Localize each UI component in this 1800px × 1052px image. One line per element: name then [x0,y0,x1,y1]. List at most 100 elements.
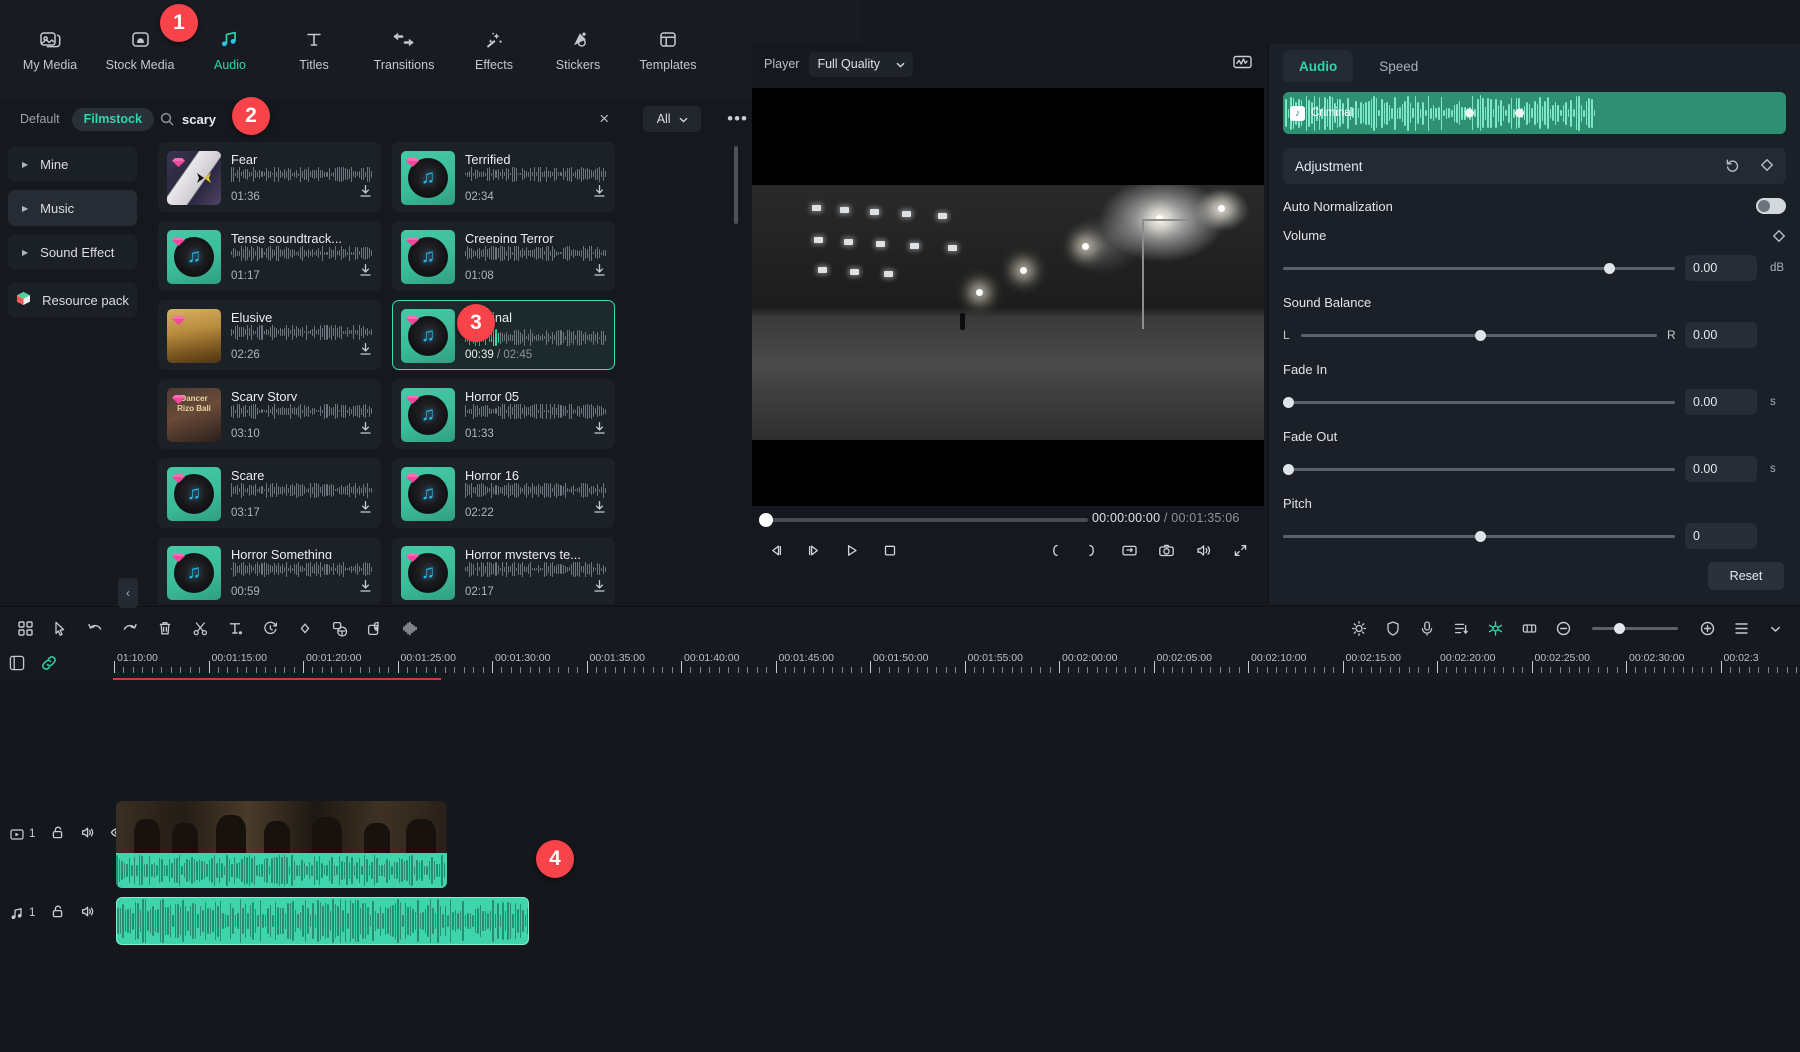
card-thumbnail[interactable]: ♫ [401,467,455,521]
mark-in-button[interactable] [1041,536,1069,564]
shield-icon[interactable] [1378,614,1408,644]
card-thumbnail[interactable]: ♫ [401,309,455,363]
sidebar-item-sound-effect[interactable]: ▶ Sound Effect [8,234,137,270]
toolbar-tab-audio[interactable]: Audio [188,19,272,81]
diamond-icon[interactable] [1760,158,1774,175]
sidebar-item-mine[interactable]: ▶ Mine [8,146,137,182]
fade-in-value-field[interactable]: 0.00 [1685,389,1757,415]
diamond-icon[interactable] [1772,229,1786,243]
pop-out-button[interactable] [1115,536,1143,564]
fade-out-value-field[interactable]: 0.00 [1685,456,1757,482]
track-list-icon[interactable] [1726,614,1756,644]
audio-card[interactable]: ♫Horror 1602:22 [392,458,615,528]
trim-handle-left[interactable] [1465,109,1474,118]
zoom-in-icon[interactable] [1692,614,1722,644]
clear-search-icon[interactable]: × [599,109,609,129]
audio-sync-icon[interactable] [395,614,425,644]
download-icon[interactable] [593,421,606,440]
zoom-handle[interactable] [1614,623,1625,634]
more-options-icon[interactable]: ••• [727,109,748,129]
marker-icon[interactable] [1514,614,1544,644]
card-thumbnail[interactable] [167,309,221,363]
clip-waveform-preview[interactable]: ♪ Criminal [1283,92,1786,134]
download-icon[interactable] [593,500,606,519]
timeline-zoom-slider[interactable] [1592,627,1678,630]
grid-scrollbar[interactable] [734,146,738,224]
redo-icon[interactable] [115,614,145,644]
download-icon[interactable] [359,342,372,361]
download-icon[interactable] [359,500,372,519]
segment-default[interactable]: Default [8,108,72,131]
toolbar-tab-stickers[interactable]: Stickers [536,19,620,81]
audio-card[interactable]: DancerRizo BaliScary Story03:10 [158,379,381,449]
card-thumbnail[interactable]: ♫ [167,546,221,600]
resource-pack-button[interactable]: Resource pack [8,282,137,318]
toolbar-tab-effects[interactable]: Effects [452,19,536,81]
color-adjust-icon[interactable] [1344,614,1374,644]
video-clip-audio-strip[interactable] [116,853,447,888]
volume-value-field[interactable]: 0.00 [1685,255,1757,281]
crop-text-icon[interactable] [325,614,355,644]
audio-card[interactable]: ♫Terrified02:34 [392,142,615,212]
collapse-panel-button[interactable]: ‹ [118,578,138,608]
card-thumbnail[interactable]: ♫ [167,230,221,284]
toolbar-tab-templates[interactable]: Templates [620,19,716,81]
card-thumbnail[interactable]: ♫ [401,151,455,205]
card-thumbnail[interactable]: ♫ [401,230,455,284]
sidebar-item-music[interactable]: ▶ Music [8,190,137,226]
delete-icon[interactable] [150,614,180,644]
fullscreen-button[interactable] [1226,536,1254,564]
seek-handle[interactable] [759,513,773,527]
green-screen-icon[interactable] [1480,614,1510,644]
split-scissors-icon[interactable] [185,614,215,644]
sound-balance-slider[interactable] [1301,334,1657,337]
audio-card[interactable]: ♫Horror Something00:59 [158,537,381,604]
card-thumbnail[interactable] [167,151,221,205]
volume-slider[interactable] [1283,267,1675,270]
audio-card[interactable]: Fear01:36 [158,142,381,212]
cursor-select-icon[interactable] [45,614,75,644]
keyframe-diamond-icon[interactable] [290,614,320,644]
audio-card-selected[interactable]: ♫Criminal00:39 / 02:45 [392,300,615,370]
segment-filmstock[interactable]: Filmstock [72,108,154,131]
waveform-graph-icon[interactable] [1233,54,1252,75]
play-button[interactable] [838,536,866,564]
next-frame-button[interactable] [800,536,828,564]
snapshot-button[interactable] [1152,536,1180,564]
toolbar-tab-my-media[interactable]: My Media [8,19,92,81]
card-thumbnail[interactable]: ♫ [167,467,221,521]
mute-icon[interactable] [80,904,95,922]
text-tool-icon[interactable] [220,614,250,644]
link-icon[interactable] [40,654,58,677]
tab-speed[interactable]: Speed [1363,50,1434,82]
detach-audio-icon[interactable] [360,614,390,644]
fade-out-slider[interactable] [1283,468,1675,471]
fade-in-slider[interactable] [1283,401,1675,404]
seek-slider[interactable] [766,518,1088,522]
trim-handle-right[interactable] [1515,109,1524,118]
lock-icon[interactable] [50,904,65,922]
download-icon[interactable] [593,263,606,282]
layout-grid-icon[interactable] [10,614,40,644]
reset-button[interactable]: Reset [1708,562,1784,590]
fade-out-handle[interactable] [1283,464,1294,475]
audio-card[interactable]: ♫Tense soundtrack...01:17 [158,221,381,291]
pitch-slider[interactable] [1283,535,1675,538]
audio-card[interactable]: Elusive02:26 [158,300,381,370]
audio-clip-criminal[interactable] [116,897,529,945]
pitch-value-field[interactable]: 0 [1685,523,1757,549]
voice-record-icon[interactable] [1412,614,1442,644]
pitch-handle[interactable] [1475,531,1486,542]
audio-card[interactable]: ♫Scare03:17 [158,458,381,528]
stop-button[interactable] [876,536,904,564]
quality-dropdown[interactable]: Full Quality [809,52,913,77]
auto-normalization-toggle[interactable] [1756,198,1786,214]
download-icon[interactable] [593,579,606,598]
undo-icon[interactable] [1725,158,1740,175]
download-icon[interactable] [359,263,372,282]
download-icon[interactable] [359,184,372,203]
toolbar-tab-transitions[interactable]: Transitions [356,19,452,81]
download-icon[interactable] [359,421,372,440]
prev-frame-button[interactable] [762,536,790,564]
card-thumbnail[interactable]: DancerRizo Bali [167,388,221,442]
